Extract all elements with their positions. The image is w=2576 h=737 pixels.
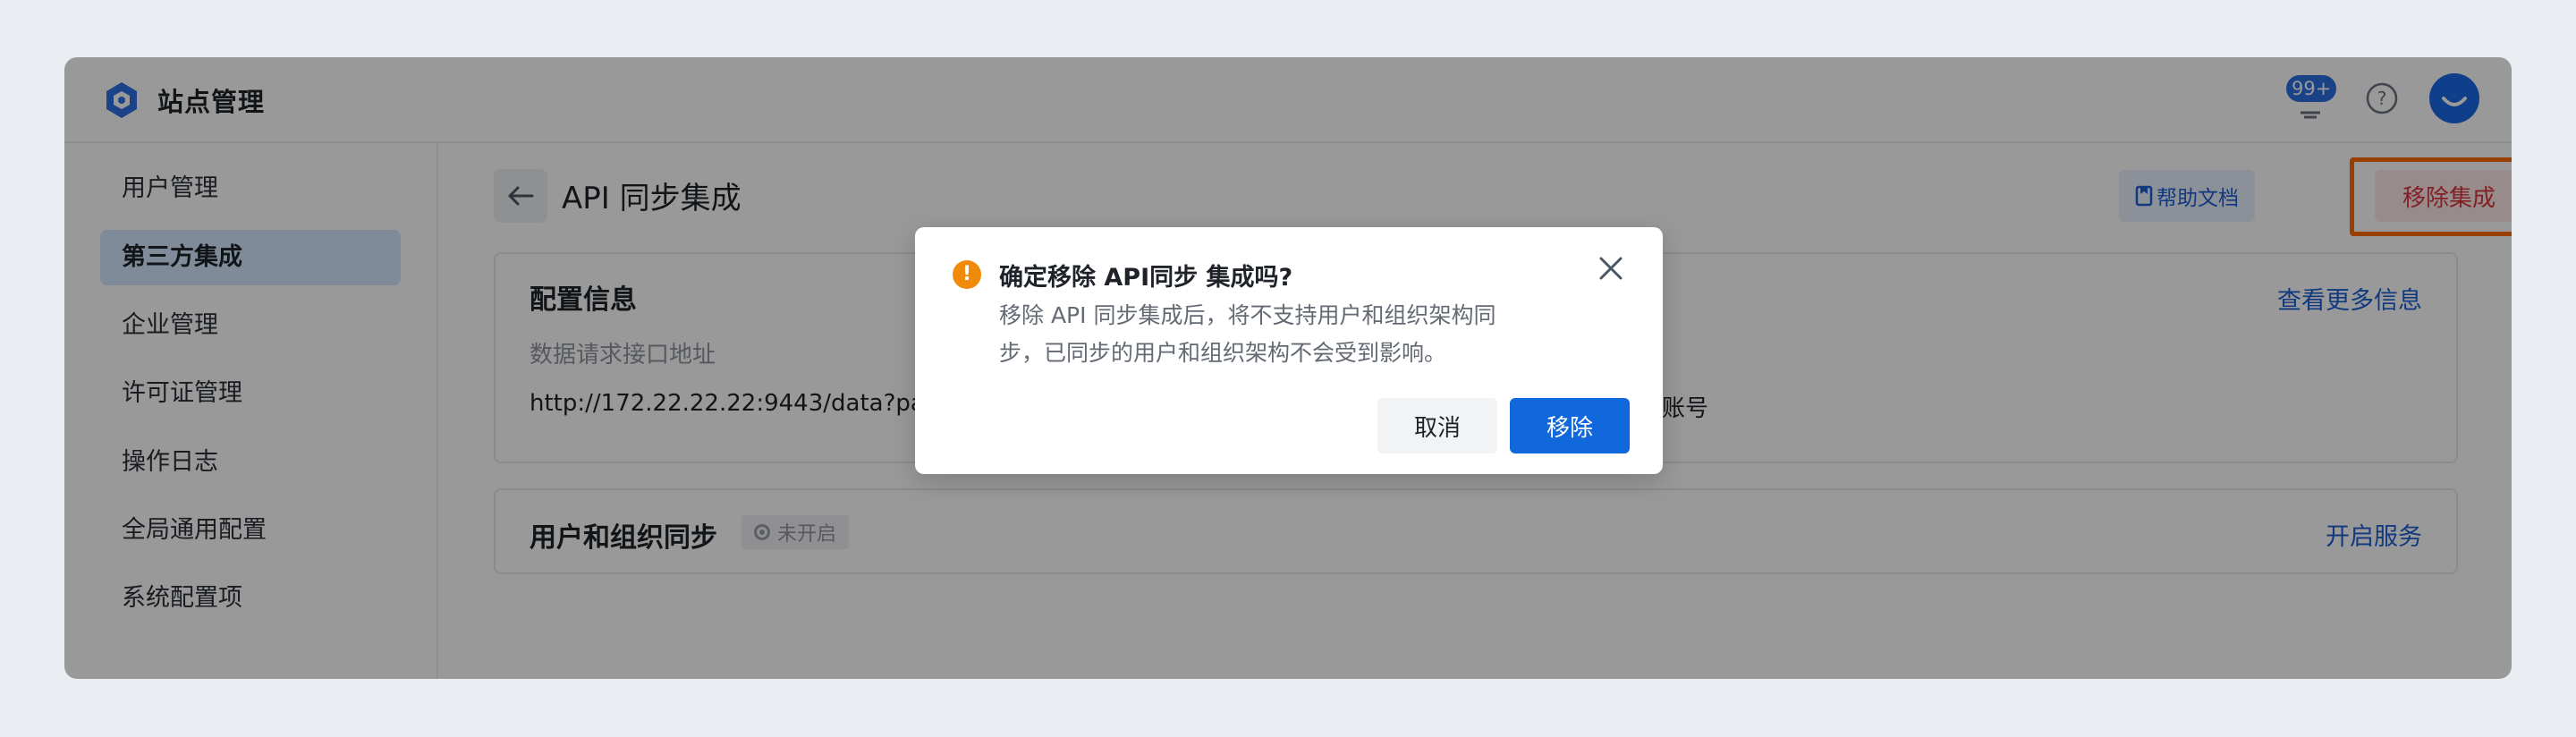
cancel-button[interactable]: 取消 bbox=[1377, 398, 1497, 453]
confirm-remove-dialog: ! 确定移除 API同步 集成吗? 移除 API 同步集成后，将不支持用户和组织… bbox=[915, 227, 1663, 474]
dialog-title: 确定移除 API同步 集成吗? bbox=[999, 264, 1293, 292]
confirm-remove-button[interactable]: 移除 bbox=[1510, 398, 1630, 453]
close-icon[interactable] bbox=[1593, 250, 1629, 286]
dialog-description: 移除 API 同步集成后，将不支持用户和组织架构同步，已同步的用户和组织架构不会… bbox=[999, 302, 1496, 366]
warning-icon: ! bbox=[953, 260, 981, 289]
